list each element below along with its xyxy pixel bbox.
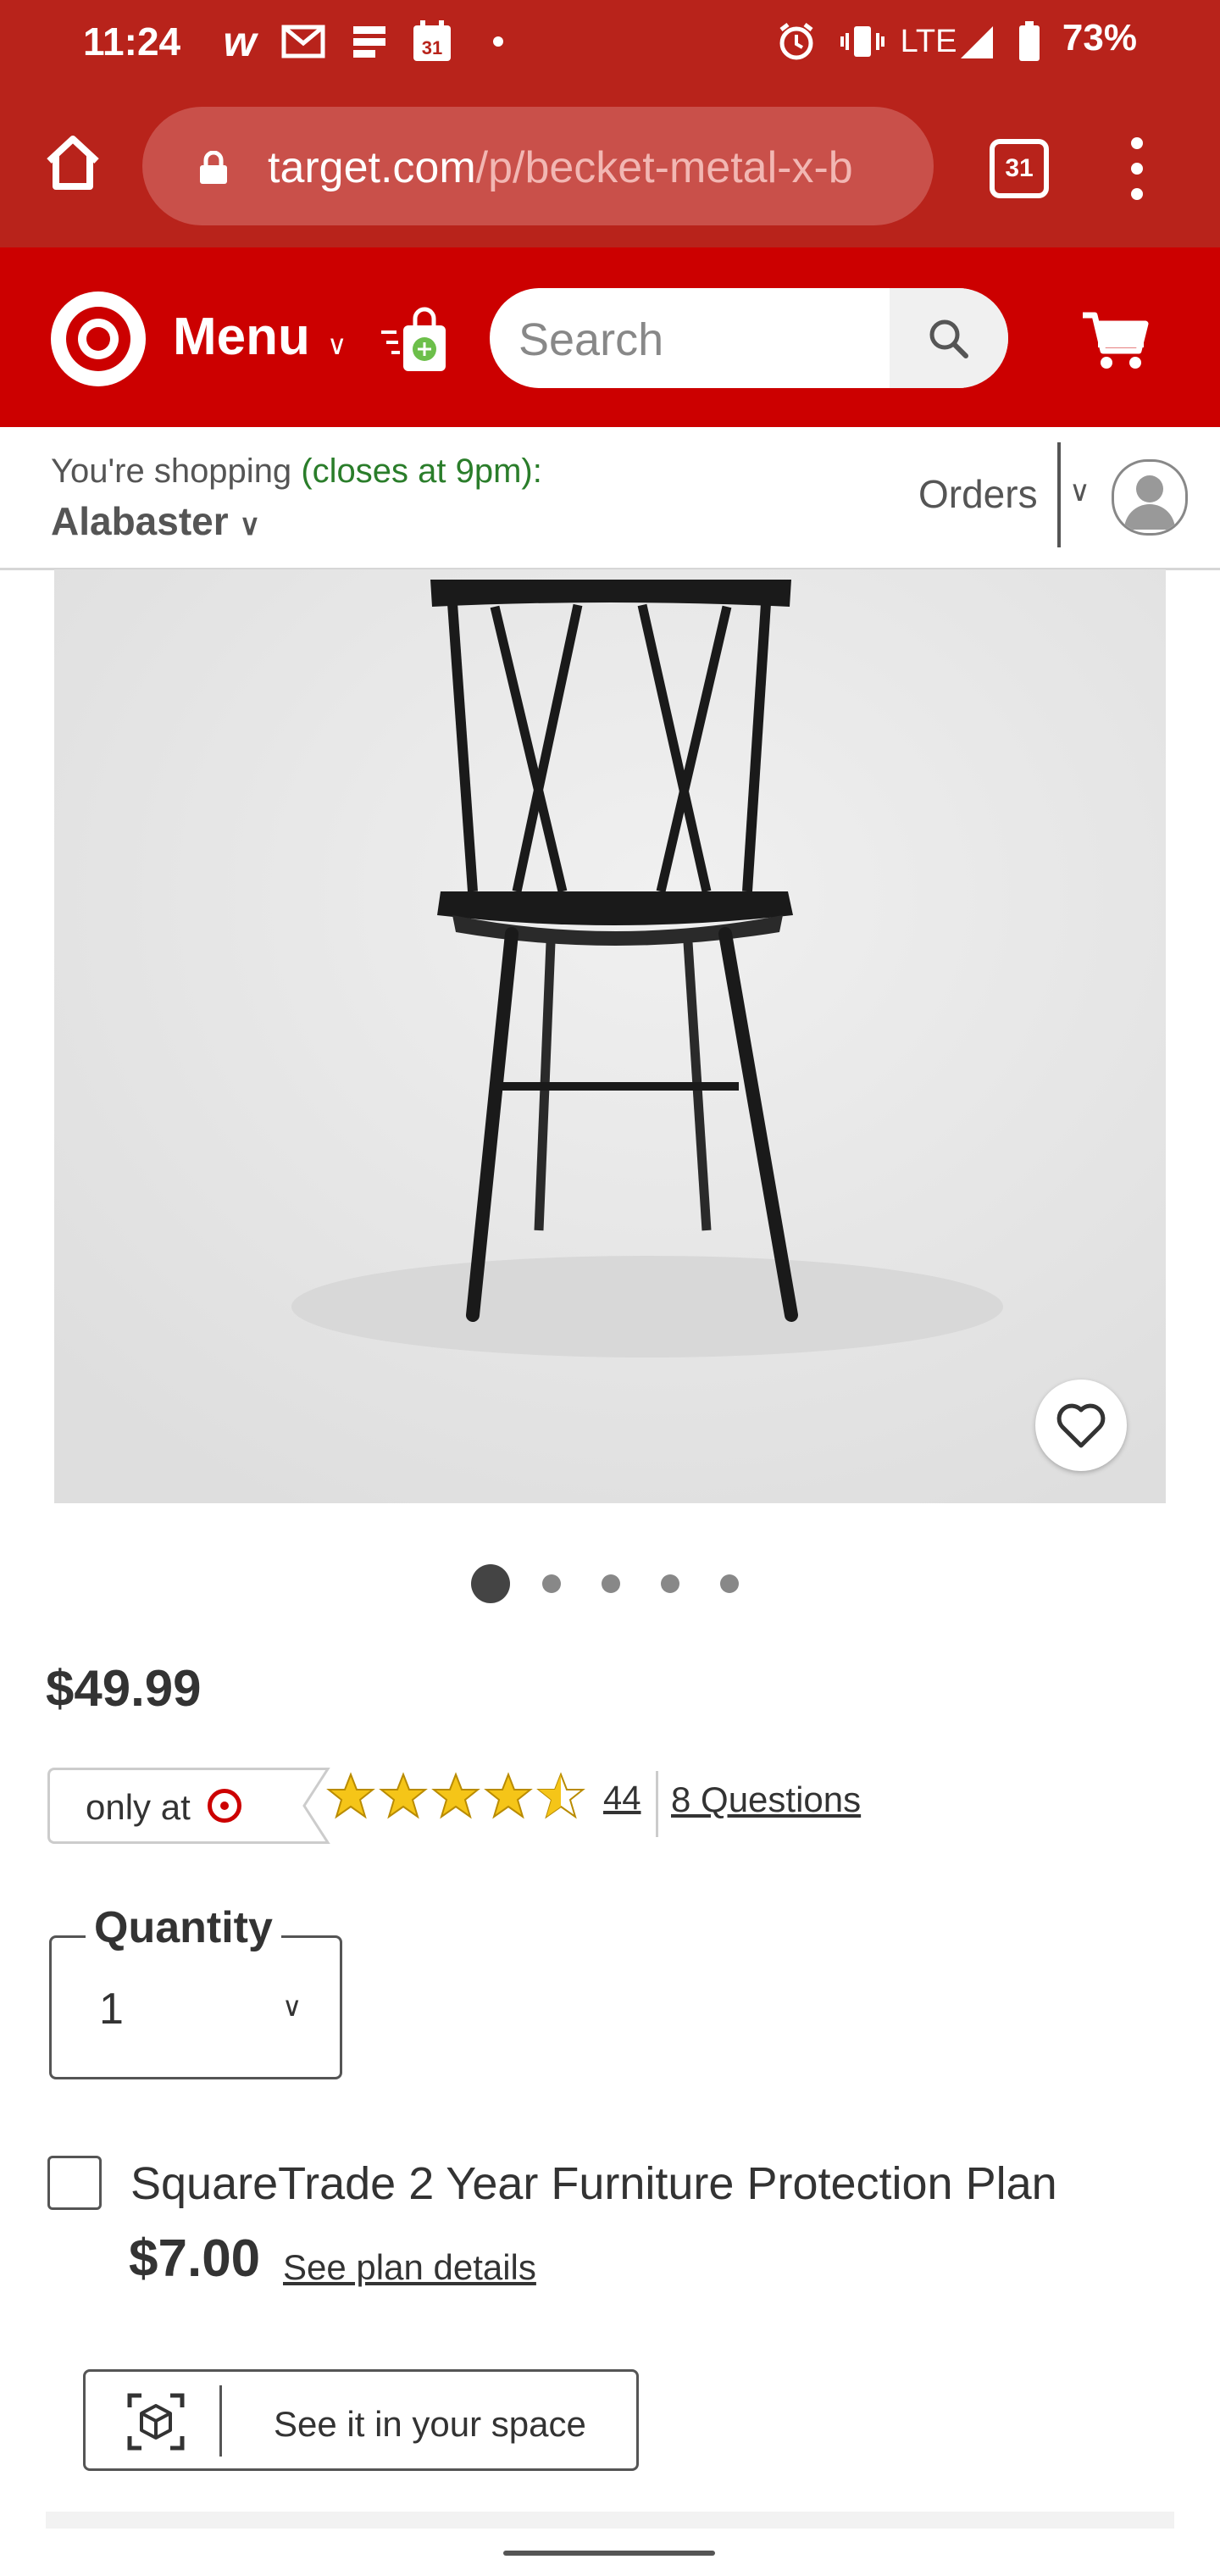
favorite-button[interactable]	[1035, 1380, 1127, 1471]
divider	[219, 2385, 222, 2457]
lock-icon	[198, 150, 229, 185]
network-type: LTE	[900, 23, 957, 59]
shopping-prefix: You're shopping	[51, 452, 292, 490]
carousel-dot-4[interactable]	[661, 1574, 679, 1593]
shipt-bag-icon[interactable]	[378, 302, 454, 378]
review-count-link[interactable]: 44	[603, 1779, 641, 1818]
search-button[interactable]	[890, 288, 1008, 388]
dot-icon	[490, 20, 507, 63]
carousel-dot-1[interactable]	[471, 1564, 510, 1603]
w-app-icon: w	[223, 18, 257, 65]
browser-url-bar: target.com/p/becket-metal-x-b 31	[0, 93, 1220, 246]
signal-icon	[956, 20, 996, 63]
star-icon	[326, 1772, 375, 1819]
gmail-icon	[280, 20, 327, 63]
chevron-down-icon: ∨	[327, 330, 347, 360]
cart-icon[interactable]	[1079, 303, 1151, 375]
protection-plan-checkbox[interactable]	[47, 2156, 102, 2210]
alarm-icon	[774, 20, 818, 63]
search-input[interactable]: Search	[518, 314, 663, 366]
protection-plan-price: $7.00	[129, 2229, 261, 2288]
target-bullseye-icon	[208, 1789, 241, 1823]
store-bar: You're shopping (closes at 9pm): Alabast…	[0, 427, 1220, 570]
ar-cube-icon	[126, 2392, 186, 2451]
search-field[interactable]: Search	[490, 288, 1008, 388]
quantity-value: 1	[99, 1985, 124, 2034]
url-text: target.com/p/becket-metal-x-b	[268, 142, 853, 193]
calendar-day: 31	[422, 37, 442, 58]
chevron-down-icon: ∨	[239, 509, 261, 541]
tab-switcher-button[interactable]: 31	[990, 139, 1049, 198]
browser-menu-icon[interactable]	[1127, 137, 1147, 200]
carousel-dot-5[interactable]	[720, 1574, 739, 1593]
store-hours: (closes at 9pm):	[301, 452, 542, 490]
status-time: 11:24	[83, 19, 181, 64]
only-at-target-badge: only at	[47, 1768, 330, 1844]
star-icon	[379, 1772, 428, 1819]
url-host: target.com	[268, 143, 476, 192]
quantity-label: Quantity	[86, 1902, 281, 1953]
heart-icon	[1056, 1402, 1106, 1453]
product-price: $49.99	[46, 1660, 202, 1717]
protection-plan-title: SquareTrade 2 Year Furniture Protection …	[130, 2158, 1057, 2209]
home-icon[interactable]	[39, 129, 107, 197]
address-bar[interactable]: target.com/p/becket-metal-x-b	[142, 107, 934, 225]
section-divider	[46, 2512, 1174, 2529]
see-it-label: See it in your space	[274, 2404, 586, 2444]
target-logo[interactable]	[51, 291, 146, 386]
account-avatar-icon[interactable]	[1112, 459, 1188, 536]
store-selector[interactable]: Alabaster ∨	[51, 498, 260, 544]
carousel-dot-2[interactable]	[542, 1574, 561, 1593]
account-chevron-icon[interactable]: ∨	[1069, 475, 1090, 508]
star-icon	[431, 1772, 480, 1819]
gesture-nav-handle[interactable]	[503, 2551, 715, 2556]
carousel-dot-3[interactable]	[602, 1574, 620, 1593]
half-star-icon	[536, 1772, 585, 1819]
battery-level: 73%	[1062, 17, 1137, 58]
shopping-at-label: You're shopping (closes at 9pm):	[51, 452, 542, 491]
battery-icon	[1017, 20, 1042, 63]
star-icon	[484, 1772, 533, 1819]
url-path: /p/becket-metal-x-b	[475, 143, 853, 192]
search-icon	[927, 317, 971, 365]
status-bar: 11:24 w 31 LTE 73%	[0, 0, 1220, 85]
questions-link[interactable]: 8 Questions	[671, 1779, 861, 1820]
quantity-select[interactable]: Quantity 1 ∨	[49, 1902, 342, 2079]
news-icon	[347, 20, 391, 63]
calendar-icon: 31	[410, 20, 454, 63]
divider	[1057, 442, 1061, 547]
chair-image	[54, 569, 1166, 1503]
store-name: Alabaster	[51, 499, 229, 543]
menu-button[interactable]: Menu	[173, 307, 310, 367]
site-header: Menu ∨ Search	[0, 247, 1220, 427]
only-at-label: only at	[86, 1787, 191, 1827]
orders-link[interactable]: Orders	[918, 471, 1038, 517]
product-image[interactable]	[54, 569, 1166, 1503]
chevron-down-icon: ∨	[282, 1991, 302, 2022]
vibrate-icon	[839, 20, 886, 63]
see-plan-details-link[interactable]: See plan details	[283, 2247, 536, 2288]
see-it-in-your-space-button[interactable]: See it in your space	[83, 2369, 639, 2471]
divider	[656, 1771, 658, 1837]
